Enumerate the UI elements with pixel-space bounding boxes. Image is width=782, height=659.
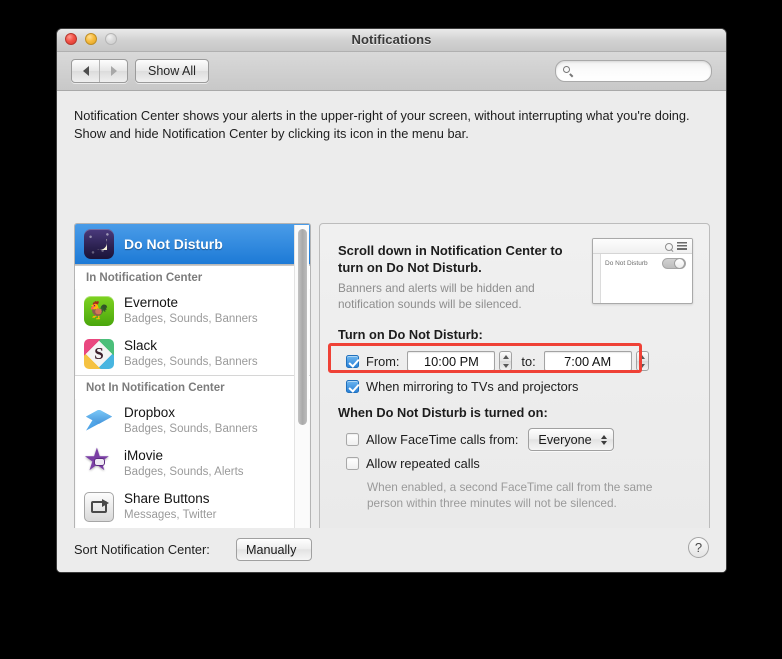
- facetime-callers-popup[interactable]: Everyone: [528, 428, 614, 451]
- list-item-name: Share Buttons: [124, 491, 210, 507]
- facetime-row: Allow FaceTime calls from: Everyone: [346, 428, 614, 451]
- preview-toggle-switch: [662, 258, 686, 269]
- chevron-updown-icon: [600, 434, 607, 445]
- search-icon: [563, 65, 574, 77]
- search-icon: [665, 243, 673, 251]
- pane-heading: Scroll down in Notification Center to tu…: [338, 243, 563, 275]
- pane-subheading: Banners and alerts will be hidden and no…: [338, 281, 535, 311]
- mirroring-label: When mirroring to TVs and projectors: [366, 379, 579, 394]
- mirroring-checkbox[interactable]: [346, 380, 359, 393]
- show-all-label: Show All: [148, 64, 196, 78]
- sort-label: Sort Notification Center:: [74, 542, 210, 557]
- schedule-row: From: 10:00 PM to: 7:00 AM: [346, 351, 649, 371]
- share-icon: [84, 491, 114, 522]
- chevron-up-icon: [600, 434, 607, 439]
- schedule-checkbox[interactable]: [346, 354, 359, 368]
- imovie-icon: [83, 444, 114, 479]
- list-item[interactable]: Dropbox Badges, Sounds, Banners: [75, 399, 310, 442]
- facetime-label: Allow FaceTime calls from:: [366, 432, 519, 447]
- list-item-do-not-disturb[interactable]: Do Not Disturb: [75, 224, 310, 265]
- stepper-up-icon[interactable]: [502, 354, 509, 359]
- list-item-detail: Badges, Sounds, Banners: [124, 312, 258, 325]
- to-label: to:: [521, 353, 536, 369]
- list-item[interactable]: Share Buttons Messages, Twitter: [75, 485, 310, 528]
- list-item-name: Evernote: [124, 295, 179, 311]
- list-item-name: iMovie: [124, 448, 164, 464]
- list-scrollbar-thumb[interactable]: [298, 229, 307, 425]
- repeated-calls-checkbox[interactable]: [346, 457, 359, 470]
- preferences-content: Notification Center shows your alerts in…: [57, 91, 726, 572]
- stepper-down-icon[interactable]: [502, 363, 509, 368]
- chevron-down-icon: [600, 440, 607, 445]
- when-on-section-title: When Do Not Disturb is turned on:: [338, 405, 548, 420]
- show-all-button[interactable]: Show All: [135, 59, 209, 83]
- facetime-callers-value: Everyone: [538, 432, 592, 447]
- preview-toolbar: [593, 239, 692, 254]
- group-header-in-notification-center: In Notification Center: [75, 265, 310, 289]
- navigation-segmented-control: [71, 59, 128, 83]
- stepper-up-icon[interactable]: [639, 354, 646, 359]
- list-item-detail: Badges, Sounds, Banners: [124, 422, 258, 435]
- sort-order-value: Manually: [246, 542, 297, 557]
- group-header-not-in-notification-center: Not In Notification Center: [75, 375, 310, 399]
- repeated-calls-help-text: When enabled, a second FaceTime call fro…: [367, 480, 653, 510]
- turn-on-section-title: Turn on Do Not Disturb:: [338, 327, 483, 342]
- list-item-labels: Dropbox Badges, Sounds, Banners: [124, 405, 258, 436]
- to-time-field[interactable]: 7:00 AM: [543, 351, 632, 371]
- list-item[interactable]: S Slack Badges, Sounds, Banners: [75, 332, 310, 375]
- back-arrow-icon: [82, 66, 89, 76]
- from-time-stepper[interactable]: [499, 351, 513, 371]
- help-button[interactable]: ?: [688, 537, 709, 558]
- moon-icon: [84, 229, 114, 259]
- facetime-checkbox[interactable]: [346, 433, 359, 446]
- sort-order-popup[interactable]: Manually: [236, 538, 313, 561]
- evernote-icon: 🐓: [84, 295, 114, 326]
- back-button[interactable]: [72, 60, 99, 82]
- search-input[interactable]: [578, 64, 702, 78]
- window-titlebar: Notifications: [57, 29, 726, 52]
- mirroring-row[interactable]: When mirroring to TVs and projectors: [346, 379, 578, 394]
- list-item[interactable]: iMovie Badges, Sounds, Alerts: [75, 442, 310, 485]
- help-icon: ?: [694, 540, 703, 555]
- do-not-disturb-settings-pane: Scroll down in Notification Center to tu…: [319, 223, 710, 572]
- from-label: From:: [366, 353, 400, 369]
- list-item-detail: Messages, Twitter: [124, 508, 217, 521]
- dropbox-icon: [84, 406, 114, 436]
- from-time-field[interactable]: 10:00 PM: [407, 351, 496, 371]
- repeated-calls-label: Allow repeated calls: [366, 456, 480, 471]
- list-scrollbar[interactable]: [294, 225, 309, 572]
- preview-sidebar: [593, 254, 601, 303]
- window-title: Notifications: [351, 32, 432, 47]
- to-time-stepper[interactable]: [635, 351, 649, 371]
- bottom-bar: Sort Notification Center: Manually ?: [57, 528, 726, 572]
- list-item-labels: Evernote Badges, Sounds, Banners: [124, 295, 258, 326]
- notification-apps-list[interactable]: Do Not Disturb In Notification Center 🐓 …: [74, 223, 311, 572]
- list-item-labels: Slack Badges, Sounds, Banners: [124, 338, 258, 369]
- list-item-name: Dropbox: [124, 405, 176, 421]
- list-item-name: Do Not Disturb: [124, 235, 223, 252]
- forward-arrow-icon: [110, 66, 117, 76]
- list-item-detail: Badges, Sounds, Alerts: [124, 465, 244, 478]
- list-item-name: Slack: [124, 338, 158, 354]
- preview-do-not-disturb-label: Do Not Disturb: [605, 260, 648, 267]
- list-item-labels: Do Not Disturb: [124, 236, 223, 252]
- notification-center-preview: Do Not Disturb: [592, 238, 693, 304]
- stepper-down-icon[interactable]: [639, 363, 646, 368]
- intro-text: Notification Center shows your alerts in…: [74, 108, 690, 141]
- share-arrow-glyph: [91, 498, 109, 513]
- list-item-labels: iMovie Badges, Sounds, Alerts: [124, 448, 244, 479]
- preferences-toolbar: Show All: [57, 52, 726, 91]
- list-item-labels: Share Buttons Messages, Twitter: [124, 491, 216, 522]
- list-icon: [677, 242, 687, 250]
- repeated-calls-row[interactable]: Allow repeated calls: [346, 456, 480, 471]
- forward-button[interactable]: [99, 60, 127, 82]
- search-field[interactable]: [555, 60, 712, 82]
- slack-icon: S: [84, 338, 114, 369]
- notifications-preferences-window: Notifications Show All Notification Cent…: [56, 28, 727, 573]
- list-item-detail: Badges, Sounds, Banners: [124, 355, 258, 368]
- list-item[interactable]: 🐓 Evernote Badges, Sounds, Banners: [75, 289, 310, 332]
